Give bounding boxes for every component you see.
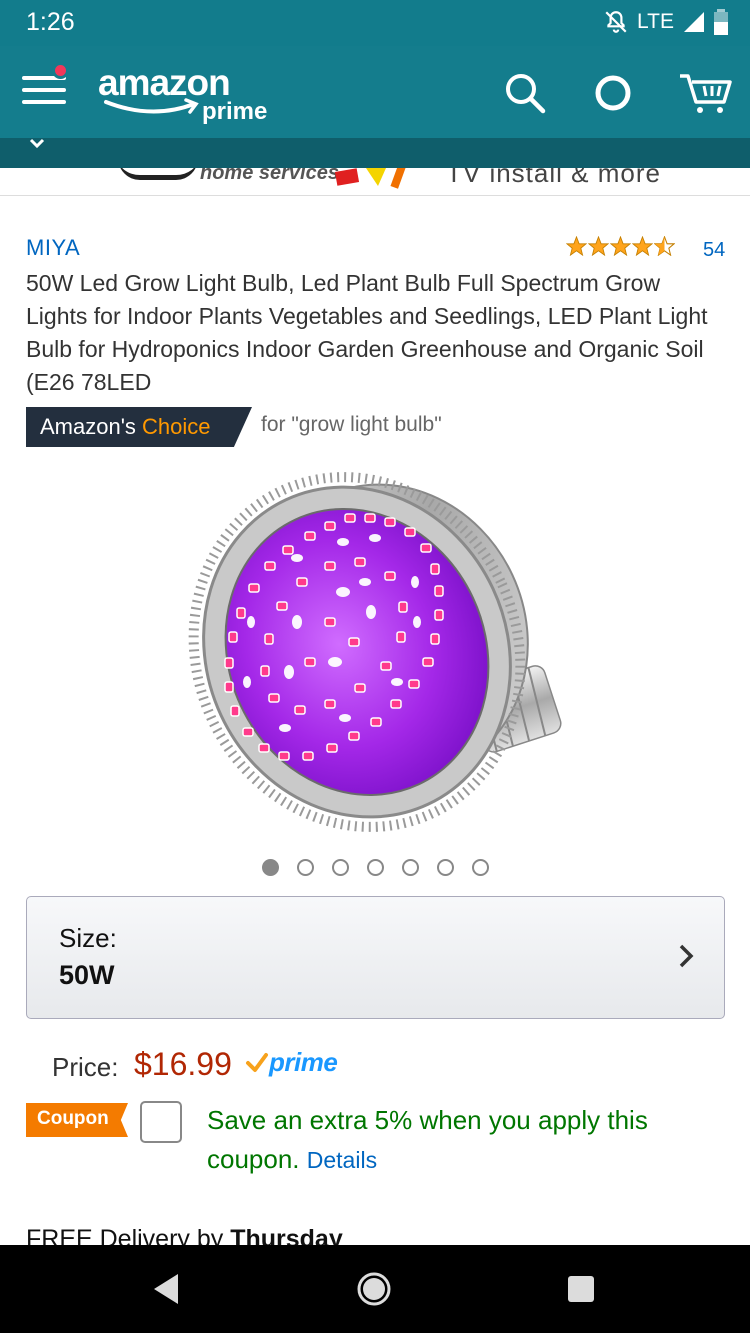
pagination-dot[interactable] — [402, 859, 419, 876]
back-icon[interactable] — [150, 1271, 182, 1307]
star-icon — [610, 236, 631, 256]
star-icon — [588, 236, 609, 256]
status-icons: LTE — [603, 9, 728, 35]
notifications-off-icon — [605, 11, 627, 33]
prime-badge: prime — [245, 1047, 338, 1078]
size-selector[interactable]: Size: 50W — [26, 896, 725, 1019]
badge-highlight: Choice — [142, 414, 211, 439]
notification-dot — [52, 62, 69, 79]
alexa-icon[interactable] — [590, 70, 636, 116]
status-time: 1:26 — [26, 8, 75, 36]
network-type: LTE — [637, 10, 674, 33]
pagination-dot[interactable] — [367, 859, 384, 876]
prime-check-icon — [246, 1052, 268, 1072]
price-label: Price: — [52, 1052, 119, 1082]
pagination-dot[interactable] — [437, 859, 454, 876]
sub-banner — [0, 138, 750, 168]
status-bar: 1:26 LTE — [0, 0, 750, 46]
pagination-dot[interactable] — [472, 859, 489, 876]
pagination-dot[interactable] — [262, 859, 279, 876]
prime-label: prime — [269, 1047, 338, 1077]
coupon-tag: Coupon — [26, 1103, 128, 1137]
promo-home-services: home services — [200, 168, 339, 184]
promo-tv-install: TV install & more — [446, 168, 661, 188]
signal-icon — [684, 12, 704, 32]
star-icon — [632, 236, 653, 256]
badge-prefix: Amazon's — [40, 414, 143, 439]
smile-icon — [104, 98, 199, 114]
coupon-message: Save an extra 5% when you apply this cou… — [207, 1101, 717, 1180]
recents-icon[interactable] — [565, 1271, 597, 1307]
menu-icon-line — [22, 88, 66, 92]
search-icon[interactable] — [502, 70, 548, 116]
coupon-message-text: Save an extra 5% when you apply this cou… — [207, 1105, 648, 1174]
pagination-dot[interactable] — [297, 859, 314, 876]
promo-banner[interactable]: home services TV install & more — [0, 168, 750, 196]
logo-prime-text: prime — [202, 98, 268, 125]
system-nav-bar — [0, 1245, 750, 1333]
amazons-choice-badge: Amazon's Choice — [26, 407, 252, 447]
app-header: amazon prime — [0, 46, 750, 138]
pagination-dot[interactable] — [332, 859, 349, 876]
size-value: 50W — [59, 960, 115, 990]
menu-icon-line — [22, 100, 66, 104]
badge-keyword: for "grow light bulb" — [261, 413, 442, 436]
chevron-right-icon — [679, 944, 694, 968]
product-title: 50W Led Grow Light Bulb, Led Plant Bulb … — [26, 270, 708, 395]
battery-icon — [714, 9, 728, 35]
cart-icon[interactable] — [678, 70, 734, 116]
coupon-checkbox[interactable] — [140, 1101, 182, 1143]
coupon-tag-text: Coupon — [37, 1108, 109, 1129]
chevron-down-icon[interactable] — [28, 138, 46, 150]
size-label: Size: — [59, 923, 117, 953]
badge-text: Amazon's Choice — [40, 414, 211, 440]
tools-icon — [334, 168, 406, 189]
price-value: $16.99 — [134, 1046, 232, 1082]
coupon-details-link[interactable]: Details — [307, 1147, 377, 1173]
product-image[interactable] — [185, 462, 565, 832]
star-rating[interactable] — [566, 236, 675, 256]
star-icon — [566, 236, 587, 256]
review-count[interactable]: 54 — [703, 239, 725, 262]
amazon-prime-logo[interactable]: amazon prime — [98, 62, 298, 132]
menu-button[interactable] — [20, 62, 72, 114]
home-icon[interactable] — [356, 1271, 392, 1307]
brand-link[interactable]: MIYA — [26, 235, 80, 261]
star-half-icon — [654, 236, 675, 256]
image-pagination[interactable] — [262, 859, 489, 876]
promo-graphic — [118, 168, 198, 180]
